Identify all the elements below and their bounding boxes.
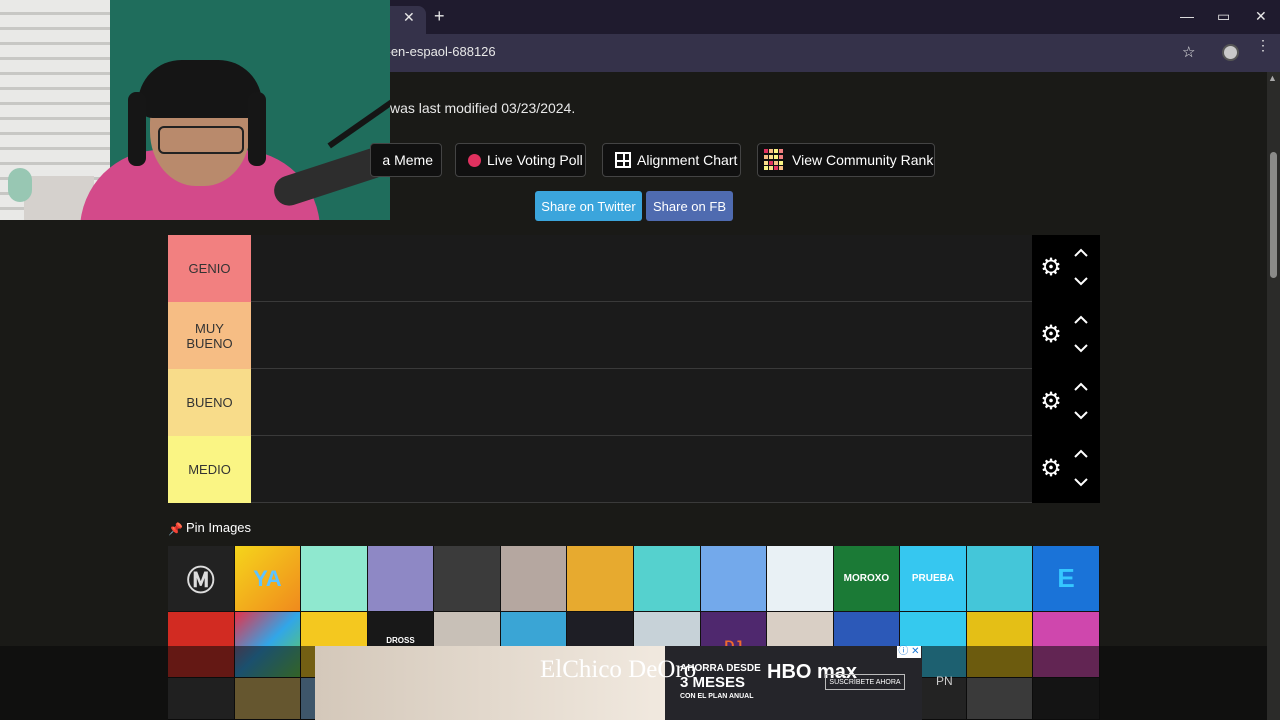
chevron-down-icon[interactable] [1072, 472, 1090, 490]
tier-label[interactable]: BUENO [168, 369, 251, 436]
rank-grid-icon [764, 149, 786, 171]
alignment-chart-button[interactable]: Alignment Chart [602, 143, 741, 177]
chevron-up-icon[interactable] [1072, 245, 1090, 263]
image-tile[interactable] [500, 546, 568, 612]
image-tile[interactable] [700, 546, 768, 612]
webcam-headset-left [128, 92, 146, 166]
share-facebook-button[interactable]: Share on FB [646, 191, 733, 221]
bookmark-star-icon[interactable]: ☆ [1182, 43, 1195, 61]
image-tile[interactable] [567, 546, 634, 612]
chevron-up-icon[interactable] [1072, 379, 1090, 397]
image-tile[interactable]: E [1033, 546, 1100, 612]
gear-icon[interactable]: ⚙ [1038, 255, 1064, 281]
gear-icon[interactable]: ⚙ [1038, 322, 1064, 348]
make-meme-button[interactable]: a Meme [370, 143, 442, 177]
url-field[interactable]: s-en-espaol-688126 [380, 44, 1210, 62]
tier-controls: ⚙ [1032, 235, 1100, 302]
tier-row-muy-bueno[interactable]: MUY BUENO ⚙ [168, 302, 1100, 369]
image-tile[interactable] [367, 546, 435, 612]
tier-label[interactable]: GENIO [168, 235, 251, 302]
chevron-up-icon[interactable] [1072, 312, 1090, 330]
tier-label[interactable]: MUY BUENO [168, 302, 251, 369]
scroll-up-icon[interactable]: ▲ [1268, 73, 1277, 83]
image-tile[interactable] [767, 546, 834, 612]
ad-line-3: CON EL PLAN ANUAL [680, 693, 754, 700]
image-tile[interactable] [434, 546, 501, 612]
image-tile[interactable]: MOROXO [833, 546, 901, 612]
pin-images-toggle[interactable]: 📌 Pin Images [168, 520, 252, 536]
ad-subscribe-button[interactable]: SUSCRÍBETE AHORA [825, 674, 905, 690]
hbo-advertisement[interactable]: ElChico DeOro AHORRA DESDE 3 MESES CON E… [315, 646, 922, 720]
gear-icon[interactable]: ⚙ [1038, 456, 1064, 482]
tier-controls: ⚙ [1032, 436, 1100, 503]
tier-row-bueno[interactable]: BUENO ⚙ [168, 369, 1100, 436]
webcam-overlay [0, 0, 390, 220]
ad-info-icon[interactable]: ⓘ ✕ [897, 646, 921, 658]
tier-row-medio[interactable]: MEDIO ⚙ [168, 436, 1100, 503]
image-tile[interactable] [966, 546, 1034, 612]
ad-title: ElChico DeOro [540, 656, 697, 683]
share-twitter-button[interactable]: Share on Twitter [535, 191, 642, 221]
webcam-toy [8, 168, 32, 202]
ad-side-label: PN [936, 674, 953, 688]
view-community-rank-button[interactable]: View Community Rank [757, 143, 935, 177]
gear-icon[interactable]: ⚙ [1038, 389, 1064, 415]
poll-label: Live Voting Poll [487, 152, 583, 168]
chevron-down-icon[interactable] [1072, 338, 1090, 356]
webcam-person-hair [138, 60, 262, 118]
webcam-headset-right [248, 92, 266, 166]
ad-line-2: 3 MESES [680, 674, 746, 691]
image-tile[interactable]: YA [234, 546, 302, 612]
image-tile[interactable] [301, 546, 368, 612]
poll-dot-icon [468, 153, 481, 167]
restore-button[interactable]: ▭ [1217, 8, 1230, 25]
pin-label: Pin Images [186, 520, 252, 535]
meme-label: a Meme [382, 152, 433, 168]
pin-icon: 📌 [168, 521, 183, 536]
ad-copy: AHORRA DESDE 3 MESES CON EL PLAN ANUAL [680, 663, 761, 703]
chevron-up-icon[interactable] [1072, 446, 1090, 464]
profile-avatar[interactable] [1222, 44, 1239, 61]
tier-controls: ⚙ [1032, 369, 1100, 436]
image-tile[interactable]: Ⓜ [168, 546, 235, 612]
rank-label: View Community Rank [792, 152, 934, 168]
tier-controls: ⚙ [1032, 302, 1100, 369]
live-voting-poll-button[interactable]: Live Voting Poll [455, 143, 586, 177]
browser-menu-icon[interactable]: ⋮ [1256, 38, 1270, 52]
close-window-button[interactable]: ✕ [1255, 8, 1267, 25]
modified-text: was last modified 03/23/2024. [390, 100, 576, 116]
new-tab-button[interactable]: + [434, 6, 445, 27]
tier-label[interactable]: MEDIO [168, 436, 251, 503]
chevron-down-icon[interactable] [1072, 271, 1090, 289]
image-tile[interactable] [633, 546, 701, 612]
scrollbar-thumb[interactable] [1270, 152, 1277, 278]
alignment-label: Alignment Chart [637, 152, 738, 168]
tier-row-genio[interactable]: GENIO ⚙ [168, 235, 1100, 302]
minimize-button[interactable]: — [1180, 8, 1194, 24]
webcam-glasses [158, 126, 244, 154]
chevron-down-icon[interactable] [1072, 405, 1090, 423]
grid-icon [615, 152, 631, 168]
image-tile[interactable]: PRUEBA [900, 546, 967, 612]
tab-close-icon[interactable]: ✕ [403, 9, 415, 26]
